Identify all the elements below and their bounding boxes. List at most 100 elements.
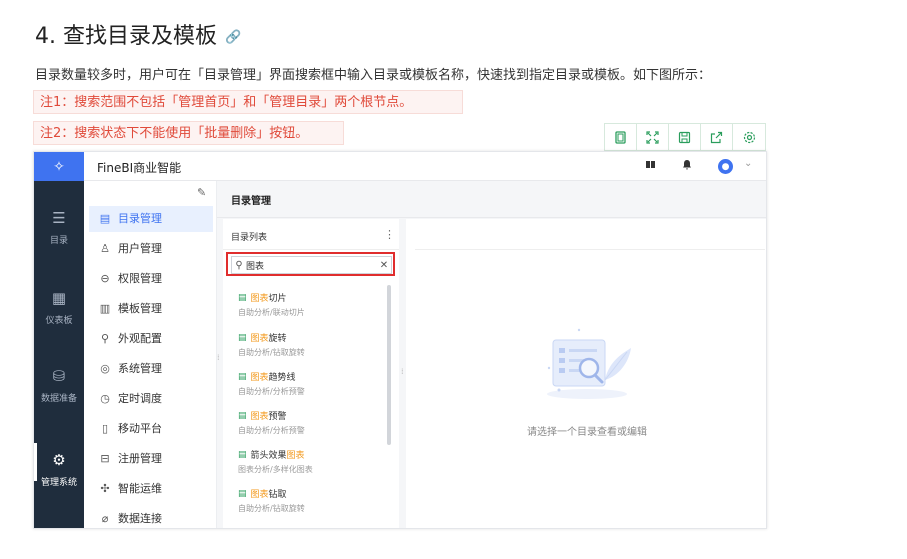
item-path: 自助分析/钻取旋转 bbox=[238, 504, 305, 513]
bell-icon[interactable] bbox=[682, 159, 692, 173]
menu-item-label: 外观配置 bbox=[118, 332, 162, 345]
user-icon: ♙ bbox=[100, 242, 110, 255]
list-item[interactable]: ▤ 图表 预警 自助分析/分析预警 bbox=[238, 409, 378, 436]
match-text: 图表 bbox=[250, 334, 269, 344]
gear-icon: ⚙ bbox=[52, 451, 66, 469]
note-2: 注2：搜索状态下不能使用「批量删除」按钮。 bbox=[33, 121, 344, 145]
item-path: 自助分析/分析预警 bbox=[238, 426, 305, 435]
menu-item-system[interactable]: ◎ 系统管理 bbox=[89, 356, 213, 382]
menu-item-label: 定时调度 bbox=[118, 392, 162, 405]
list-item[interactable]: ▤ 图表 趋势线 自助分析/分析预警 bbox=[238, 370, 378, 397]
menu-item-templates[interactable]: ▥ 模板管理 bbox=[89, 296, 213, 322]
clock-icon: ◷ bbox=[100, 392, 110, 405]
user-avatar-icon[interactable]: ● bbox=[718, 159, 733, 174]
share-icon[interactable] bbox=[701, 124, 733, 150]
menu-item-registration[interactable]: ⊟ 注册管理 bbox=[89, 446, 213, 472]
menu-item-schedule[interactable]: ◷ 定时调度 bbox=[89, 386, 213, 412]
nav-item-data-prep[interactable]: ⛁ 数据准备 bbox=[34, 367, 84, 404]
nav-item-admin[interactable]: ⚙ 管理系统 bbox=[34, 443, 84, 488]
menu-item-ops[interactable]: ✣ 智能运维 bbox=[89, 476, 213, 502]
mobile-icon: ▯ bbox=[101, 422, 109, 435]
system-icon: ◎ bbox=[100, 362, 110, 375]
fullscreen-icon[interactable] bbox=[637, 124, 669, 150]
copy-icon[interactable] bbox=[605, 124, 637, 150]
list-item[interactable]: ▤ 图表 旋转 自助分析/钻取旋转 bbox=[238, 331, 378, 358]
item-path: 自助分析/联动切片 bbox=[238, 308, 305, 317]
menu-item-label: 用户管理 bbox=[118, 242, 162, 255]
settings-icon[interactable] bbox=[733, 124, 765, 150]
menu-item-mobile[interactable]: ▯ 移动平台 bbox=[89, 416, 213, 442]
nav-item-label: 数据准备 bbox=[40, 394, 77, 404]
menu-item-appearance[interactable]: ⚲ 外观配置 bbox=[89, 326, 213, 352]
resize-handle[interactable]: ⁞ bbox=[401, 367, 404, 376]
menu-item-permissions[interactable]: ⊖ 权限管理 bbox=[89, 266, 213, 292]
item-path: 图表分析/多样化图表 bbox=[238, 465, 313, 474]
app-screenshot: ✧ FineBI商业智能 ● ⌄ ☰ 目录 ▦ 仪表板 ⛁ 数据准备 ⚙ 管理系… bbox=[33, 151, 767, 529]
save-icon[interactable] bbox=[669, 124, 701, 150]
pin-icon[interactable]: ✎ bbox=[197, 186, 206, 199]
image-toolbar bbox=[604, 123, 766, 151]
link-icon[interactable]: 🔗 bbox=[225, 30, 241, 45]
item-title: 钻取 bbox=[268, 490, 287, 500]
nav-item-directory[interactable]: ☰ 目录 bbox=[34, 209, 84, 246]
list-item[interactable]: ▤ 图表 切片 自助分析/联动切片 bbox=[238, 291, 378, 318]
menu-item-label: 模板管理 bbox=[118, 302, 162, 315]
menu-item-label: 权限管理 bbox=[118, 272, 162, 285]
divider bbox=[217, 217, 766, 218]
menu-item-users[interactable]: ♙ 用户管理 bbox=[89, 236, 213, 262]
item-title: 预警 bbox=[268, 412, 287, 422]
nav-item-dashboard[interactable]: ▦ 仪表板 bbox=[34, 289, 84, 326]
item-title: 趋势线 bbox=[268, 373, 296, 383]
menu-item-label: 移动平台 bbox=[118, 422, 162, 435]
note-1: 注1：搜索范围不包括「管理首页」和「管理目录」两个根节点。 bbox=[33, 90, 463, 114]
app-logo-icon[interactable]: ✧ bbox=[34, 152, 84, 181]
file-icon: ▤ bbox=[238, 371, 247, 382]
scrollbar[interactable] bbox=[387, 285, 391, 445]
list-icon: ☰ bbox=[52, 209, 66, 227]
nav-item-label: 仪表板 bbox=[45, 316, 73, 326]
match-text: 图表 bbox=[250, 490, 269, 500]
content-area: 目录管理 目录列表 ⋮ ⚲ ✕ ▤图表切片 自助分析/联动切片 ▤图表旋转 自助… bbox=[217, 181, 766, 528]
item-path: 自助分析/钻取旋转 bbox=[238, 348, 305, 357]
item-title: 箭头效果 bbox=[250, 451, 287, 461]
file-icon: ▤ bbox=[238, 410, 247, 421]
dashboard-icon: ▦ bbox=[51, 289, 67, 307]
link-icon: ⌀ bbox=[101, 512, 109, 525]
chevron-down-icon[interactable]: ⌄ bbox=[744, 158, 752, 169]
file-icon: ▤ bbox=[238, 488, 247, 499]
admin-menu: ✎ ▤ 目录管理 ♙ 用户管理 ⊖ 权限管理 ▥ 模板管理 ⚲ 外观配置 ◎ 系… bbox=[84, 181, 217, 528]
app-topbar: ✧ FineBI商业智能 ● ⌄ bbox=[34, 152, 766, 181]
divider bbox=[223, 249, 399, 250]
menu-item-label: 数据连接 bbox=[118, 512, 162, 525]
empty-state-illustration bbox=[547, 328, 631, 399]
page-title-text: 4. 查找目录及模板 bbox=[35, 24, 217, 49]
item-title: 切片 bbox=[268, 294, 287, 304]
book-icon[interactable] bbox=[645, 159, 656, 173]
resize-handle[interactable]: ⁞ bbox=[217, 353, 220, 362]
database-icon: ⛁ bbox=[52, 367, 66, 385]
file-icon: ▤ bbox=[238, 292, 247, 303]
content-title: 目录管理 bbox=[231, 196, 271, 207]
file-icon: ▤ bbox=[238, 449, 247, 460]
list-item[interactable]: ▤ 图表 钻取 自助分析/钻取旋转 bbox=[238, 487, 378, 514]
brush-icon: ⚲ bbox=[100, 332, 110, 345]
item-path: 自助分析/分析预警 bbox=[238, 387, 305, 396]
detail-pane: 请选择一个目录查看或编辑 bbox=[406, 219, 766, 528]
item-title: 旋转 bbox=[268, 334, 287, 344]
list-item[interactable]: ▤ 箭头效果 图表 图表分析/多样化图表 bbox=[238, 448, 378, 475]
nav-item-label: 管理系统 bbox=[40, 478, 77, 488]
menu-item-label: 注册管理 bbox=[118, 452, 162, 465]
app-name: FineBI商业智能 bbox=[97, 161, 182, 175]
document-icon: ▤ bbox=[99, 212, 111, 225]
match-text: 图表 bbox=[250, 412, 269, 422]
menu-item-label: 智能运维 bbox=[118, 482, 162, 495]
menu-item-directory[interactable]: ▤ 目录管理 bbox=[89, 206, 213, 232]
menu-item-label: 系统管理 bbox=[118, 362, 162, 375]
match-text: 图表 bbox=[286, 451, 305, 461]
menu-item-data-connection[interactable]: ⌀ 数据连接 bbox=[89, 506, 213, 528]
page-title: 4. 查找目录及模板 🔗 bbox=[35, 18, 241, 50]
more-icon[interactable]: ⋮ bbox=[384, 228, 395, 241]
empty-state-text: 请选择一个目录查看或编辑 bbox=[527, 427, 647, 438]
divider bbox=[415, 249, 765, 250]
search-highlight-box bbox=[226, 252, 395, 276]
